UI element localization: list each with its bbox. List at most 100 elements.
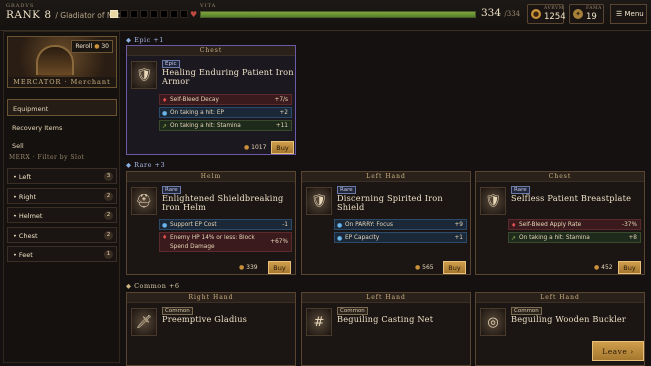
sword-icon: 🗡 xyxy=(131,308,157,336)
merchant-stall-image xyxy=(36,45,74,75)
item-card[interactable]: Chest 🛡 Epic Healing Enduring Patient Ir… xyxy=(126,45,296,155)
slot-count: 3 xyxy=(104,172,113,181)
menu-button[interactable]: ☰ Menu xyxy=(610,4,647,24)
filter-helmet[interactable]: • Helmet 2 xyxy=(7,207,117,223)
slot-count: 1 xyxy=(104,250,113,259)
filter-left[interactable]: • Left 3 xyxy=(7,168,117,184)
slot-header: Left Hand xyxy=(476,293,644,303)
slot-header: Right Hand xyxy=(127,293,295,303)
slot-count: 2 xyxy=(104,211,113,220)
item-price: ● 339 xyxy=(239,264,258,271)
coin-icon: ● xyxy=(531,9,541,19)
vita-value: 334 /334 xyxy=(481,7,521,19)
buy-button[interactable]: Buy xyxy=(443,261,466,274)
filter-chest[interactable]: • Chest 2 xyxy=(7,227,117,243)
coin-icon: ● xyxy=(94,43,100,50)
stat-list: ♦ Self-Bleed Decay +7/s ● On taking a hit: … xyxy=(159,94,292,133)
item-card[interactable]: Right Hand 🗡 Common Preemptive Gladius xyxy=(126,292,296,366)
stamina-icon: ↗ xyxy=(162,123,168,130)
top-bar: GRADVS RANK 8 / Gladiator of Note ♥ VITA… xyxy=(0,0,651,31)
grade-pip xyxy=(130,10,138,18)
filter-right[interactable]: • Right 2 xyxy=(7,188,117,204)
item-card[interactable]: Left Hand 🛡 Rare Discerning Spirited Iro… xyxy=(301,171,471,275)
item-card[interactable]: Helm ⛑ Rare Enlightened Shieldbreaking I… xyxy=(126,171,296,275)
item-card[interactable]: Chest 🛡 Rare Selfless Patient Breastplat… xyxy=(475,171,645,275)
filter-feet[interactable]: • Feet 1 xyxy=(7,246,117,262)
aurum-counter: ● AVRVM 1254 xyxy=(527,4,566,24)
filter-heading: MERX · Filter by Slot xyxy=(9,154,85,161)
item-card[interactable]: Left Hand # Common Beguiling Casting Net xyxy=(301,292,471,366)
energy-icon: ● xyxy=(162,110,168,117)
breastplate-icon: 🛡 xyxy=(480,187,506,215)
leave-button[interactable]: Leave › xyxy=(592,341,644,361)
stat-row: ↗ On taking a hit: Stamina +8 xyxy=(508,232,641,243)
item-name: Healing Enduring Patient Iron Armor xyxy=(162,67,294,86)
helmet-icon: ⛑ xyxy=(131,187,157,215)
menu-label: Menu xyxy=(624,10,644,18)
reroll-button[interactable]: Reroll ● 30 xyxy=(71,40,113,53)
item-price: ● 565 xyxy=(415,264,434,271)
merchant-caption: MERCATOR · Merchant xyxy=(8,77,116,87)
stamina-icon: ↗ xyxy=(511,235,517,242)
stat-row: ● On taking a hit: EP +2 xyxy=(159,107,292,118)
item-name: Selfless Patient Breastplate xyxy=(511,193,632,203)
coin-icon: ● xyxy=(244,144,250,151)
vita-label: VITA xyxy=(200,3,217,9)
grade-pip xyxy=(110,10,118,18)
buy-button[interactable]: Buy xyxy=(271,141,294,154)
blood-drop-icon: ♦ xyxy=(511,222,517,229)
grade-pip xyxy=(160,10,168,18)
slot-header: Left Hand xyxy=(302,172,470,182)
fama-label: FAMA xyxy=(586,6,602,11)
buckler-icon: ◎ xyxy=(480,308,506,336)
item-name: Enlightened Shieldbreaking Iron Helm xyxy=(162,193,284,212)
skull-icon: ♦ xyxy=(162,234,168,241)
grade-pip xyxy=(150,10,158,18)
item-name: Beguiling Wooden Buckler xyxy=(511,314,627,324)
grade-pip xyxy=(120,10,128,18)
reroll-cost: 30 xyxy=(101,43,109,50)
grade-pip xyxy=(180,10,188,18)
stat-list: ● Support EP Cost -1 ♦ Enemy HP 14% or less… xyxy=(159,219,292,254)
fama-counter: ✦ FAMA 19 xyxy=(569,4,604,24)
nav-recovery-items[interactable]: Recovery Items xyxy=(7,119,117,136)
nav-sell[interactable]: Sell xyxy=(7,137,117,154)
coin-icon: ● xyxy=(415,264,421,271)
section-common: ◆ Common +6 xyxy=(126,282,180,290)
stat-row: ♦ Enemy HP 14% or less: Block Spend Damag… xyxy=(159,232,292,252)
item-price: ● 1017 xyxy=(244,144,267,151)
item-name: Discerning Spirited Iron Shield xyxy=(337,193,443,212)
slot-count: 2 xyxy=(104,192,113,201)
item-name: Beguiling Casting Net xyxy=(337,314,434,324)
buy-button[interactable]: Buy xyxy=(618,261,641,274)
rank-title: RANK 8 / Gladiator of Note xyxy=(6,9,125,21)
slot-header: Chest xyxy=(127,46,295,56)
slot-header: Chest xyxy=(476,172,644,182)
section-rare: ◆ Rare +3 xyxy=(126,161,166,169)
sidebar: Reroll ● 30 MERCATOR · Merchant Equipmen… xyxy=(3,31,120,363)
slot-count: 2 xyxy=(104,231,113,240)
fama-value: 19 xyxy=(586,12,597,22)
stat-row: ● EP Capacity +1 xyxy=(334,232,467,243)
nav-equipment[interactable]: Equipment xyxy=(7,99,117,116)
coin-icon: ● xyxy=(594,264,600,271)
stat-row: ● Support EP Cost -1 xyxy=(159,219,292,230)
stat-row: ● On PARRY: Focus +9 xyxy=(334,219,467,230)
shield-icon: 🛡 xyxy=(306,187,332,215)
aurum-value: 1254 xyxy=(544,12,566,22)
slot-header: Left Hand xyxy=(302,293,470,303)
vita-bar-fill xyxy=(201,12,475,17)
buy-button[interactable]: Buy xyxy=(268,261,291,274)
item-price: ● 452 xyxy=(594,264,613,271)
grade-progress xyxy=(110,10,188,18)
coin-icon: ● xyxy=(239,264,245,271)
net-icon: # xyxy=(306,308,332,336)
focus-icon: ● xyxy=(337,222,343,229)
energy-icon: ● xyxy=(337,235,343,242)
stat-row: ♦ Self-Bleed Decay +7/s xyxy=(159,94,292,105)
section-epic: ◆ Epic +1 xyxy=(126,36,164,44)
energy-icon: ● xyxy=(162,222,168,229)
grade-pip xyxy=(140,10,148,18)
stat-row: ♦ Self-Bleed Apply Rate -37% xyxy=(508,219,641,230)
stat-list: ♦ Self-Bleed Apply Rate -37% ↗ On taking a … xyxy=(508,219,641,245)
